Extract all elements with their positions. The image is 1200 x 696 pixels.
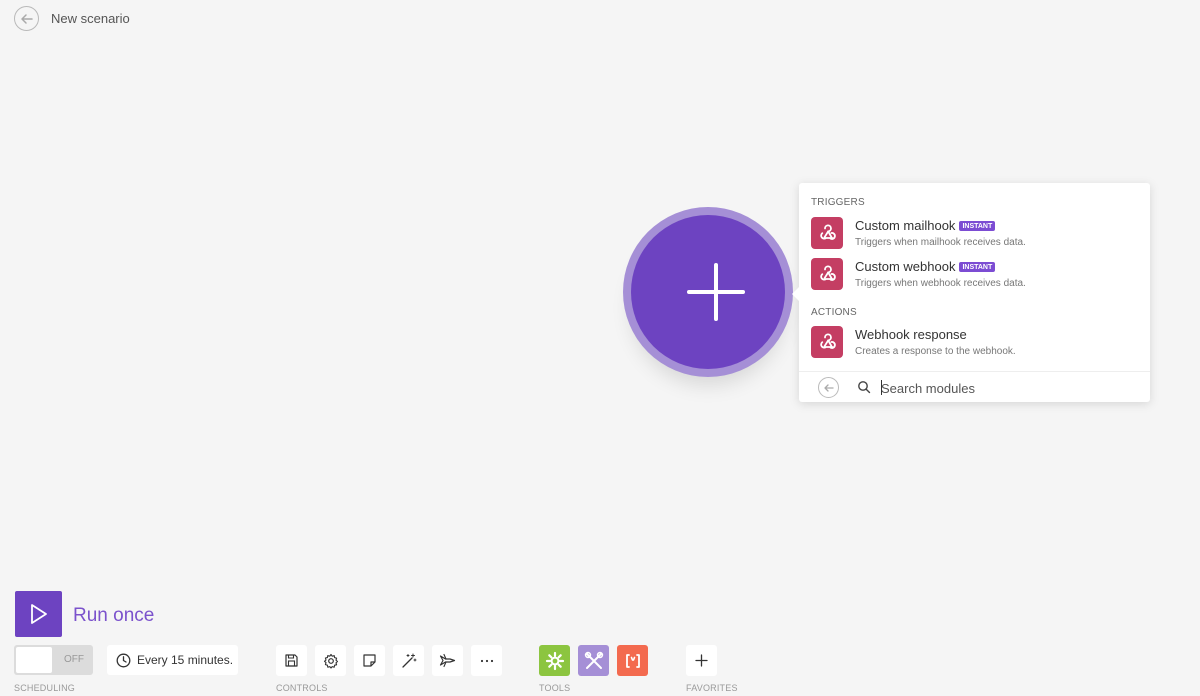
more-icon [480,659,493,662]
module-name: Custom webhook [855,259,956,274]
run-once-button[interactable] [15,591,62,637]
toggle-knob [16,647,52,673]
save-button[interactable] [276,645,307,676]
text-parser-icon [625,653,640,668]
add-module-button[interactable] [623,207,793,377]
instant-badge: INSTANT [959,262,996,272]
arrow-left-icon [20,13,33,24]
webhook-icon [811,217,843,249]
scheduling-toggle[interactable]: OFF [14,645,93,675]
back-button[interactable] [14,6,39,31]
module-description: Creates a response to the webhook. [855,346,1016,357]
text-caret [881,380,882,395]
search-row [799,371,1150,402]
plus-icon [695,654,708,667]
play-icon [30,604,47,624]
module-custom-mailhook[interactable]: Custom mailhook INSTANT Triggers when mai… [811,217,1141,253]
clock-icon [116,653,131,667]
airplane-icon [439,653,456,668]
module-picker-panel: TRIGGERS Custom mailhook INSTANT Triggers… [792,183,1150,402]
search-back-button[interactable] [818,377,839,398]
module-description: Triggers when mailhook receives data. [855,237,1026,248]
webhook-icon [811,326,843,358]
instant-badge: INSTANT [959,221,996,231]
schedule-interval-text: Every 15 minutes. [137,653,234,667]
flow-control-button[interactable] [539,645,570,676]
more-button[interactable] [471,645,502,676]
module-name: Webhook response [855,327,967,342]
save-icon [285,654,298,667]
flow-control-icon [545,651,564,670]
settings-icon [323,653,338,669]
auto-align-button[interactable] [393,645,424,676]
scheduling-label: SCHEDULING [14,683,76,693]
add-favorite-button[interactable] [686,645,717,676]
tools-icon [584,651,603,669]
tools-label: TOOLS [539,683,571,693]
scenario-title[interactable]: New scenario [51,11,130,26]
actions-section-title: ACTIONS [811,307,857,318]
header: New scenario [14,6,130,31]
triggers-section-title: TRIGGERS [811,197,865,208]
toggle-state-label: OFF [64,654,84,665]
explain-flow-button[interactable] [432,645,463,676]
search-modules-input[interactable] [881,378,1131,398]
arrow-left-icon [823,383,834,392]
magic-wand-icon [401,653,416,668]
text-parser-button[interactable] [617,645,648,676]
module-custom-webhook[interactable]: Custom webhook INSTANT Triggers when webh… [811,258,1141,294]
schedule-interval-button[interactable]: Every 15 minutes. [107,645,238,675]
notes-icon [363,654,376,667]
add-module-inner [631,215,785,369]
module-webhook-response[interactable]: Webhook response Creates a response to t… [811,326,1141,362]
search-icon [858,381,871,394]
scenario-settings-button[interactable] [315,645,346,676]
run-once-label[interactable]: Run once [73,605,154,627]
module-description: Triggers when webhook receives data. [855,278,1026,289]
controls-label: CONTROLS [276,683,328,693]
favorites-label: FAVORITES [686,683,738,693]
webhook-icon [811,258,843,290]
tools-button[interactable] [578,645,609,676]
module-name: Custom mailhook [855,218,956,233]
notes-button[interactable] [354,645,385,676]
